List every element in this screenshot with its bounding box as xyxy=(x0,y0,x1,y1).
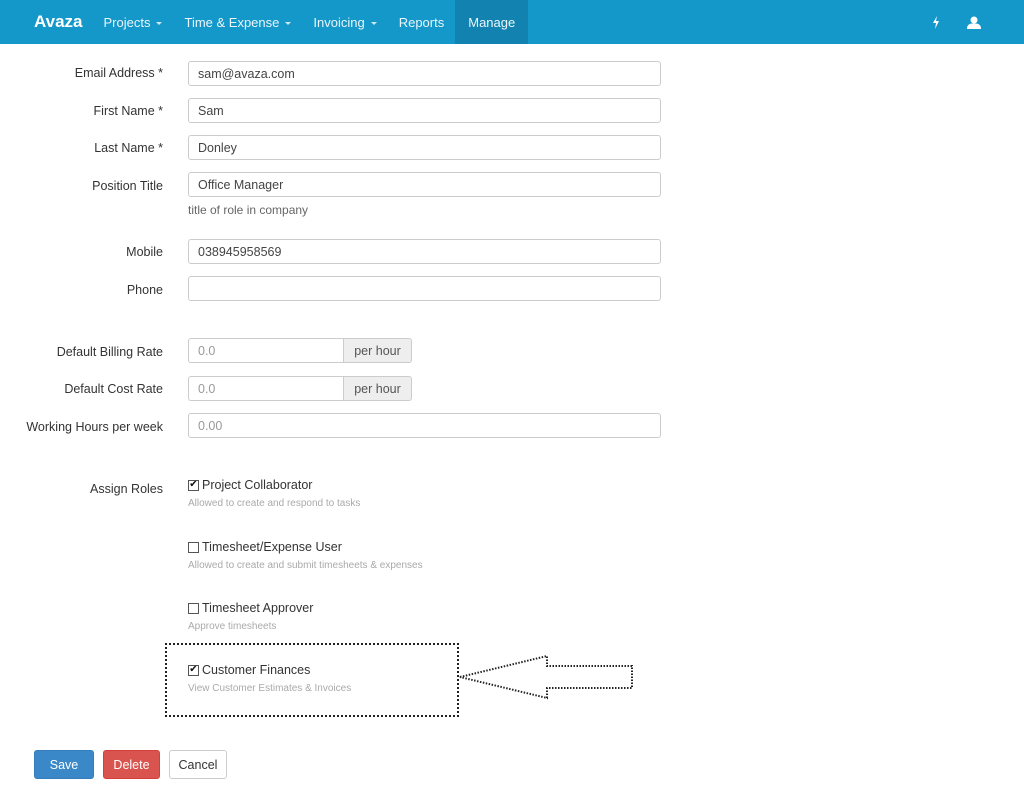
nav-projects[interactable]: Projects xyxy=(93,0,174,44)
position-title-field[interactable]: Office Manager xyxy=(188,172,661,197)
billing-rate-group: 0.0 per hour xyxy=(188,338,412,363)
annotation-arrow-icon xyxy=(459,654,633,700)
timesheet-approver-description: Approve timesheets xyxy=(188,621,277,632)
assign-roles-label: Assign Roles xyxy=(90,482,163,496)
nav-invoicing[interactable]: Invoicing xyxy=(302,0,387,44)
first-name-field[interactable]: Sam xyxy=(188,98,661,123)
phone-label: Phone xyxy=(126,283,163,297)
nav-invoicing-label: Invoicing xyxy=(313,14,365,30)
nav-manage-label: Manage xyxy=(468,14,516,30)
working-hours-label: Working Hours per week xyxy=(26,420,163,434)
nav-manage[interactable]: Manage xyxy=(455,0,529,44)
project-collaborator-checkbox[interactable]: ✔ xyxy=(188,479,199,491)
billing-rate-input[interactable]: 0.0 xyxy=(188,338,343,363)
email-label: Email Address * xyxy=(74,66,163,80)
timesheet-expense-user-description: Allowed to create and submit timesheets … xyxy=(188,560,423,571)
nav-reports-label: Reports xyxy=(398,14,445,30)
role-timesheet-approver: Timesheet Approver Approve timesheets xyxy=(188,601,313,632)
cancel-button[interactable]: Cancel xyxy=(169,750,227,779)
cost-rate-group: 0.0 per hour xyxy=(188,376,412,401)
role-project-collaborator: ✔ Project Collaborator Allowed to create… xyxy=(188,478,360,509)
cost-rate-addon: per hour xyxy=(343,376,412,401)
nav-right xyxy=(908,0,1024,44)
lightning-icon[interactable] xyxy=(926,12,946,32)
role-timesheet-expense-user: Timesheet/Expense User Allowed to create… xyxy=(188,540,423,571)
first-name-label: First Name * xyxy=(93,104,163,118)
timesheet-expense-user-checkbox[interactable] xyxy=(188,541,199,553)
user-icon[interactable] xyxy=(964,12,984,32)
caret-down-icon xyxy=(156,21,163,25)
position-title-label: Position Title xyxy=(92,179,163,193)
mobile-field[interactable]: 038945958569 xyxy=(188,239,661,264)
nav-reports[interactable]: Reports xyxy=(388,0,456,44)
project-collaborator-description: Allowed to create and respond to tasks xyxy=(188,498,361,509)
annotation-highlight-box xyxy=(165,643,459,717)
timesheet-expense-user-label[interactable]: Timesheet/Expense User xyxy=(202,540,342,554)
cost-rate-label: Default Cost Rate xyxy=(64,382,163,396)
last-name-label: Last Name * xyxy=(94,141,163,155)
nav-projects-label: Projects xyxy=(103,14,151,30)
working-hours-field[interactable]: 0.00 xyxy=(188,413,661,438)
caret-down-icon xyxy=(285,21,292,25)
mobile-label: Mobile xyxy=(126,245,163,259)
top-navbar: Avaza Projects Time & Expense Invoicing … xyxy=(0,0,1024,44)
last-name-field[interactable]: Donley xyxy=(188,135,661,160)
project-collaborator-label[interactable]: Project Collaborator xyxy=(202,478,312,492)
cost-rate-input[interactable]: 0.0 xyxy=(188,376,343,401)
billing-rate-addon: per hour xyxy=(343,338,412,363)
phone-field[interactable] xyxy=(188,276,661,301)
timesheet-approver-label[interactable]: Timesheet Approver xyxy=(202,601,313,615)
delete-button[interactable]: Delete xyxy=(103,750,160,779)
email-field[interactable]: sam@avaza.com xyxy=(188,61,661,86)
caret-down-icon xyxy=(370,21,377,25)
brand-logo[interactable]: Avaza xyxy=(0,0,93,44)
timesheet-approver-checkbox[interactable] xyxy=(188,602,199,614)
position-title-help: title of role in company xyxy=(188,203,309,217)
nav-time-expense[interactable]: Time & Expense xyxy=(173,0,302,44)
billing-rate-label: Default Billing Rate xyxy=(56,345,163,359)
nav-time-expense-label: Time & Expense xyxy=(184,14,280,30)
save-button[interactable]: Save xyxy=(34,750,94,779)
